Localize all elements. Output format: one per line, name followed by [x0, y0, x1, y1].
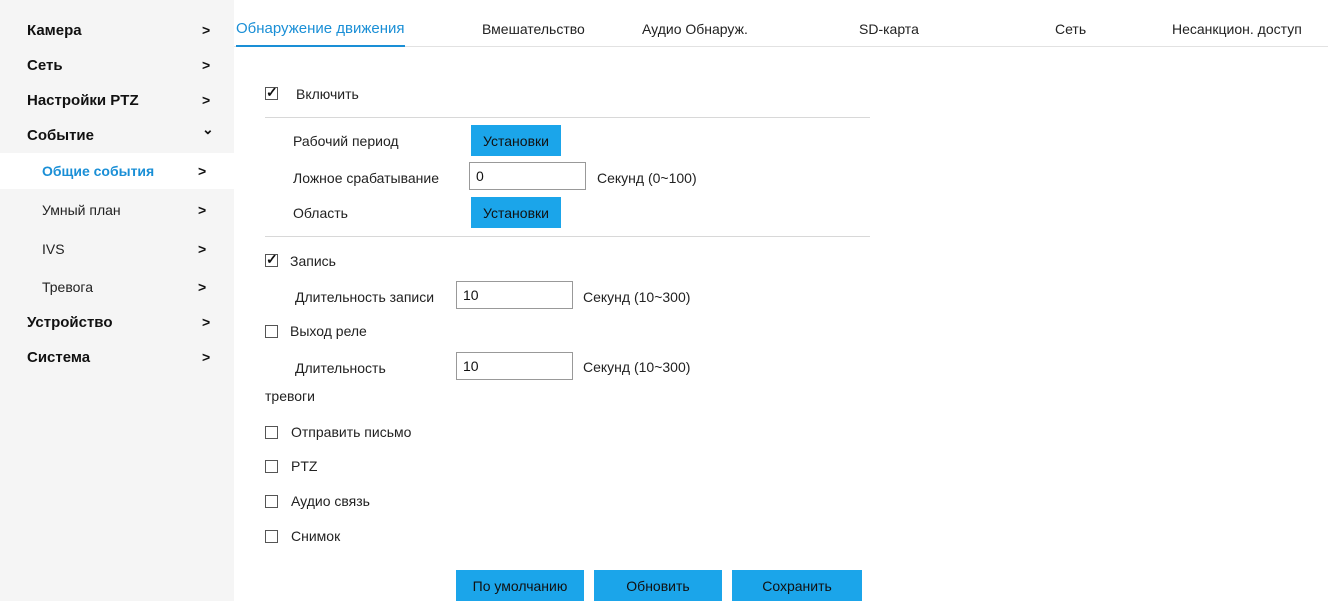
- area-label: Область: [293, 205, 348, 221]
- save-button[interactable]: Сохранить: [732, 570, 862, 601]
- sidebar-item-label: Общие события: [42, 163, 155, 179]
- sidebar-item-ptz-settings[interactable]: Настройки PTZ >: [0, 82, 234, 118]
- sidebar-item-smart-plan[interactable]: Умный план >: [0, 192, 234, 228]
- sidebar-item-device[interactable]: Устройство >: [0, 304, 234, 340]
- sidebar-item-camera[interactable]: Камера >: [0, 12, 234, 48]
- tab-unauthorized-access[interactable]: Несанкцион. доступ: [1172, 0, 1302, 46]
- sidebar-item-label: Сеть: [27, 56, 63, 74]
- divider: [265, 236, 870, 237]
- work-period-settings-button[interactable]: Установки: [471, 125, 561, 156]
- sidebar-item-event[interactable]: Событие ⌄: [0, 117, 234, 153]
- sidebar-item-alarm[interactable]: Тревога >: [0, 269, 234, 305]
- area-settings-button[interactable]: Установки: [471, 197, 561, 228]
- sidebar-item-label: Умный план: [42, 202, 121, 218]
- sidebar-item-network[interactable]: Сеть >: [0, 47, 234, 83]
- tab-bar: Обнаружение движения Вмешательство Аудио…: [234, 0, 1328, 47]
- tab-motion-detection[interactable]: Обнаружение движения: [236, 0, 405, 47]
- chevron-right-icon: >: [202, 314, 211, 330]
- tab-audio-detection[interactable]: Аудио Обнаруж.: [642, 0, 748, 46]
- snapshot-label: Снимок: [291, 528, 341, 544]
- chevron-right-icon: >: [198, 279, 207, 295]
- sidebar-item-label: Устройство: [27, 313, 113, 331]
- ptz-label: PTZ: [291, 458, 318, 474]
- record-label: Запись: [290, 253, 336, 269]
- sidebar: Камера > Сеть > Настройки PTZ > Событие …: [0, 0, 234, 601]
- sidebar-item-label: Настройки PTZ: [27, 91, 139, 109]
- enable-label: Включить: [296, 86, 359, 102]
- relay-out-label: Выход реле: [290, 323, 367, 339]
- audio-link-checkbox[interactable]: [265, 495, 278, 508]
- chevron-right-icon: >: [198, 202, 207, 218]
- tab-network[interactable]: Сеть: [1055, 0, 1086, 46]
- tab-tampering[interactable]: Вмешательство: [482, 0, 585, 46]
- alarm-duration-hint: Секунд (10~300): [583, 359, 691, 375]
- sidebar-item-system[interactable]: Система >: [0, 339, 234, 375]
- send-email-label: Отправить письмо: [291, 424, 412, 440]
- alarm-duration-input[interactable]: [456, 352, 573, 380]
- chevron-down-icon: ⌄: [202, 121, 214, 137]
- divider: [265, 117, 870, 118]
- work-period-label: Рабочий период: [293, 133, 399, 149]
- sidebar-item-label: Событие: [27, 126, 94, 144]
- record-checkbox[interactable]: [265, 251, 278, 268]
- alarm-duration-label-cont: тревоги: [265, 388, 315, 404]
- sidebar-item-label: IVS: [42, 241, 65, 257]
- refresh-button[interactable]: Обновить: [594, 570, 722, 601]
- audio-link-label: Аудио связь: [291, 493, 370, 509]
- chevron-right-icon: >: [202, 349, 211, 365]
- send-email-checkbox[interactable]: [265, 426, 278, 439]
- record-duration-label: Длительность записи: [295, 289, 435, 305]
- chevron-right-icon: >: [198, 163, 207, 179]
- sidebar-item-label: Система: [27, 348, 91, 366]
- relay-out-checkbox[interactable]: [265, 325, 278, 338]
- false-trigger-label: Ложное срабатывание: [293, 170, 440, 186]
- false-trigger-hint: Секунд (0~100): [597, 170, 697, 186]
- tab-sd-card[interactable]: SD-карта: [859, 0, 919, 46]
- record-duration-hint: Секунд (10~300): [583, 289, 691, 305]
- chevron-right-icon: >: [202, 22, 211, 38]
- alarm-duration-label: Длительность: [295, 360, 386, 376]
- false-trigger-input[interactable]: [469, 162, 586, 190]
- enable-checkbox[interactable]: [265, 84, 278, 101]
- chevron-right-icon: >: [202, 57, 211, 73]
- sidebar-item-label: Камера: [27, 21, 82, 39]
- sidebar-item-general-events[interactable]: Общие события >: [0, 153, 234, 189]
- default-button[interactable]: По умолчанию: [456, 570, 584, 601]
- ptz-checkbox[interactable]: [265, 460, 278, 473]
- chevron-right-icon: >: [198, 241, 207, 257]
- sidebar-item-ivs[interactable]: IVS >: [0, 231, 234, 267]
- snapshot-checkbox[interactable]: [265, 530, 278, 543]
- record-duration-input[interactable]: [456, 281, 573, 309]
- sidebar-item-label: Тревога: [42, 279, 93, 295]
- chevron-right-icon: >: [202, 92, 211, 108]
